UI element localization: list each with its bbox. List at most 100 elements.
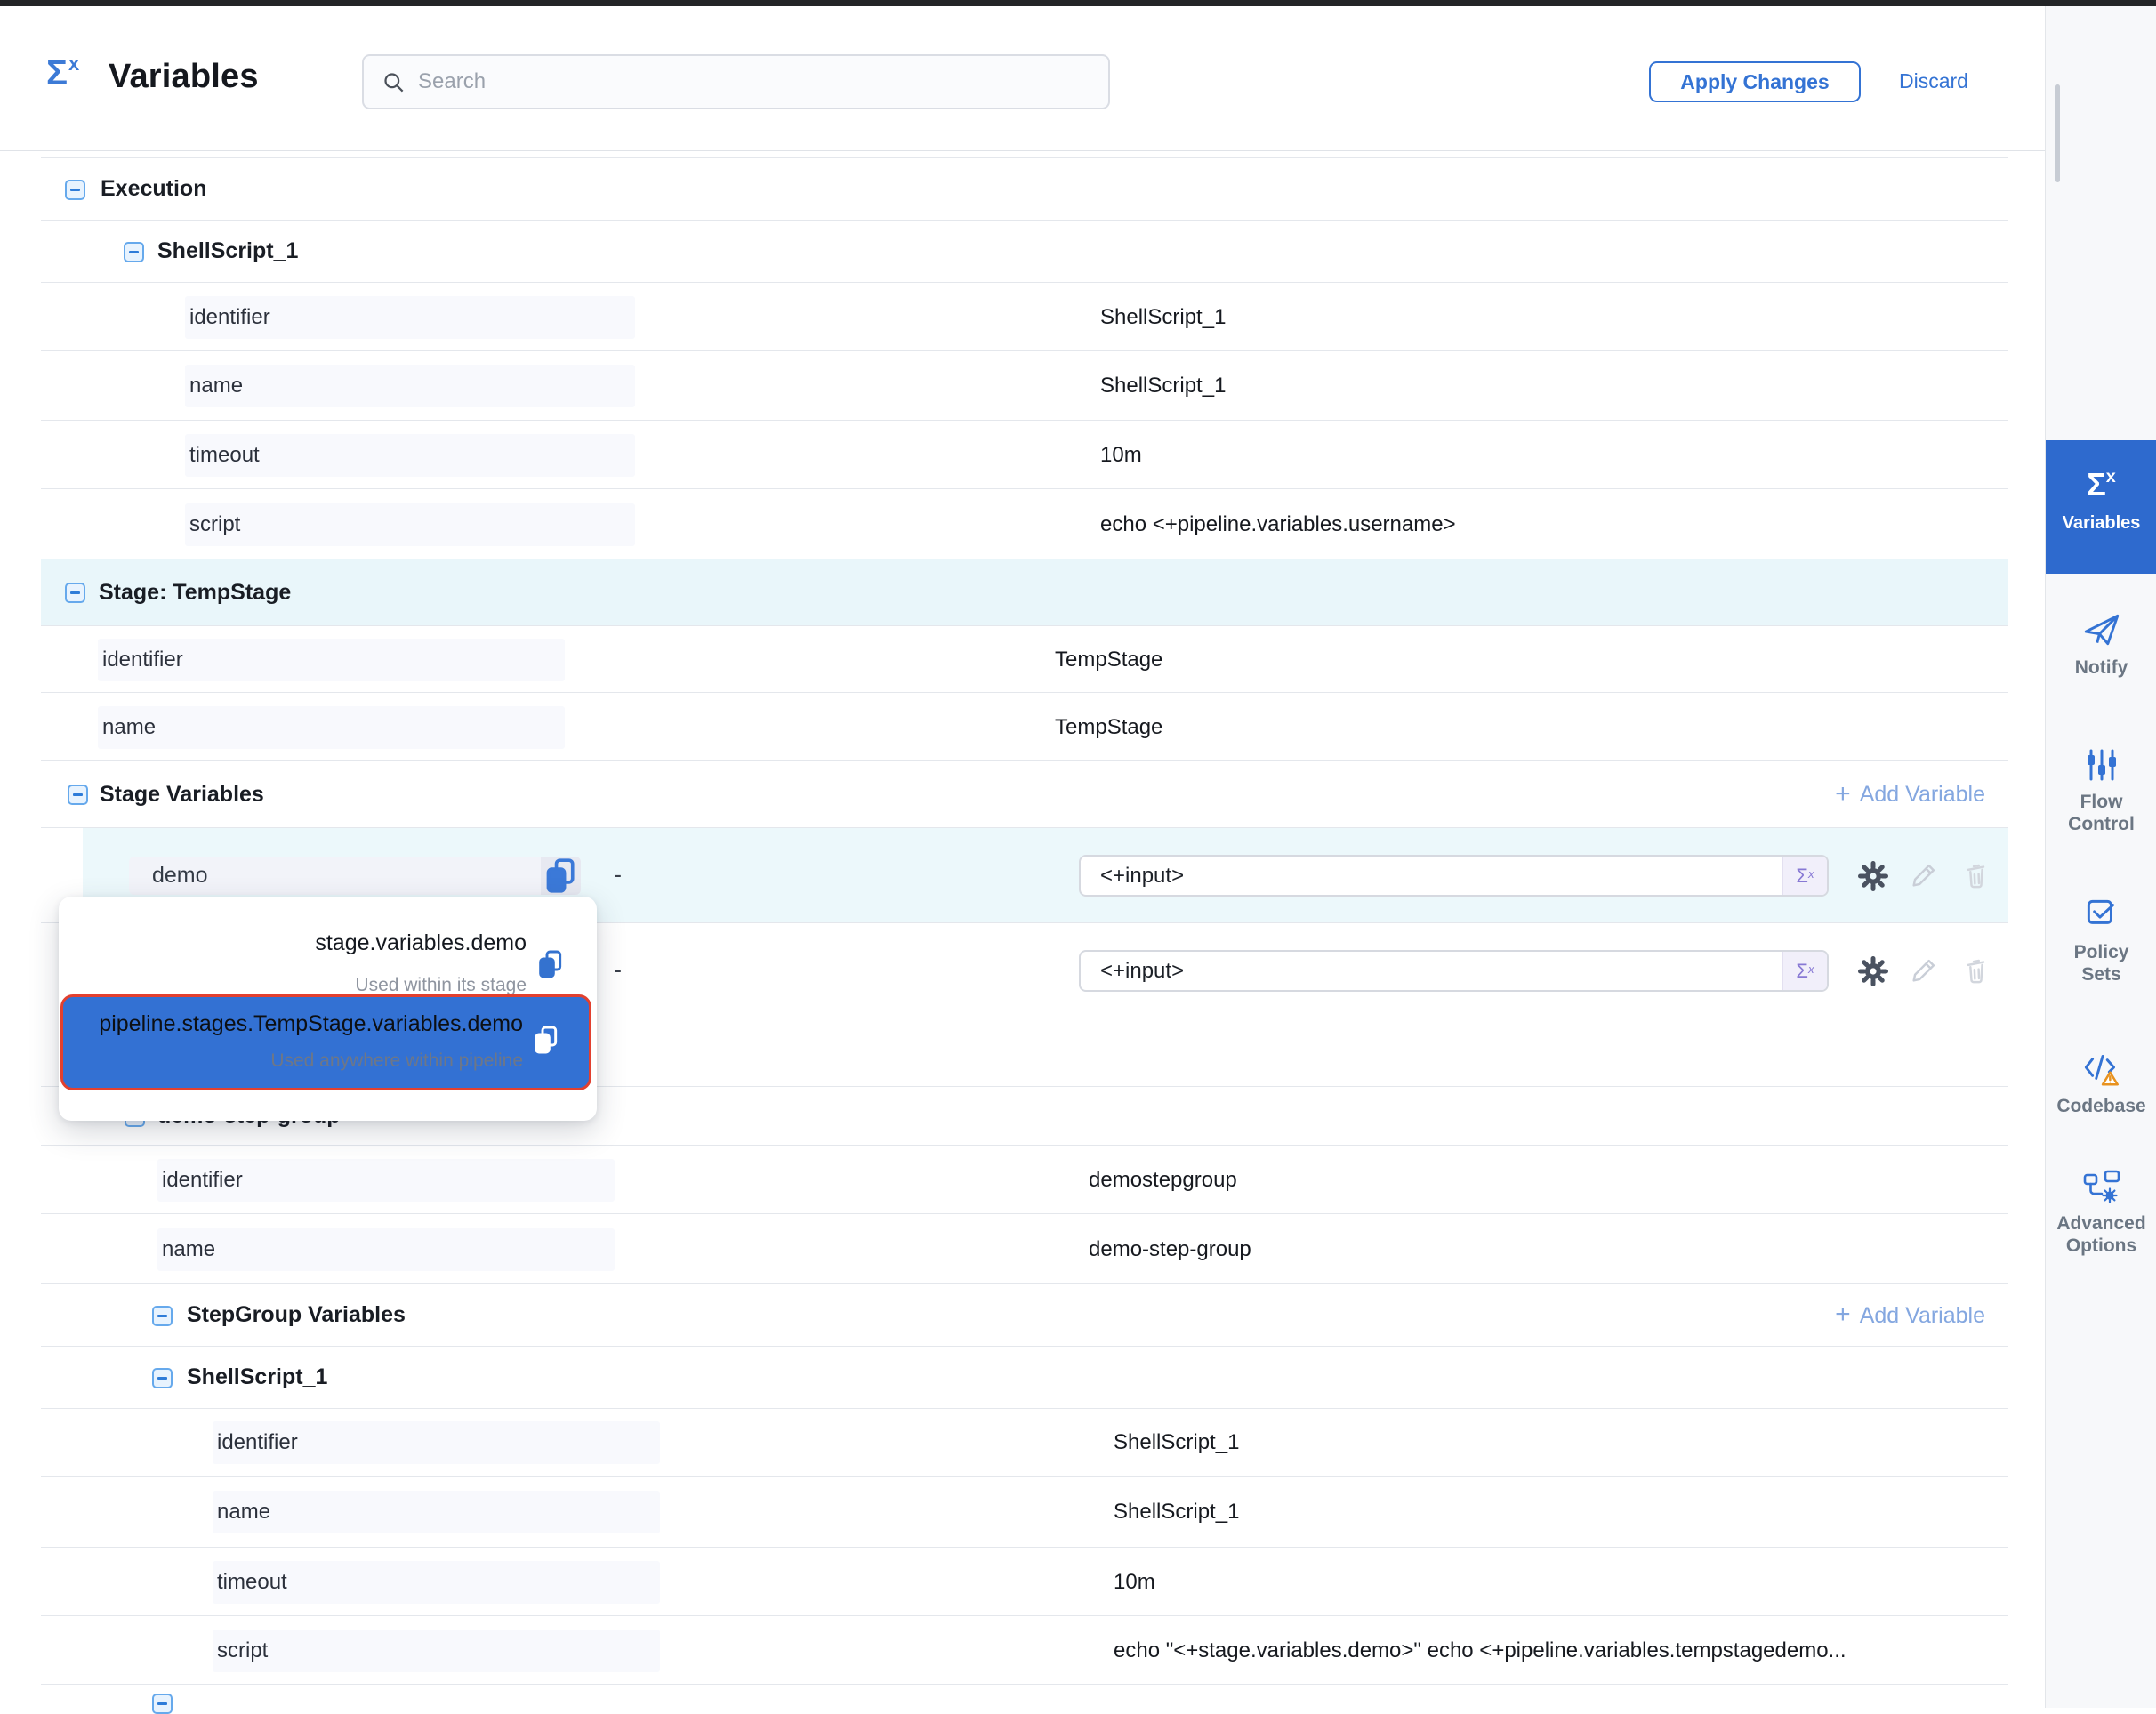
discard-button[interactable]: Discard [1899,69,1968,93]
sidebar-item-variables[interactable]: ΣxVariables [2046,440,2156,574]
expression-sigma-button[interactable]: Σx [1782,857,1827,895]
add-variable-button[interactable]: + Add Variable [1835,782,1985,809]
field-name-chip[interactable]: name [185,365,635,407]
tree-field-row: timeout 10m [41,421,2008,489]
sidebar-item-label: FlowControl [2046,792,2156,836]
codebase-icon [2046,1048,2156,1089]
copy-expression-button[interactable] [532,1022,560,1058]
sidebar-item-codebase[interactable]: Codebase [2046,1048,2156,1118]
tree-section-row: ShellScript_1 [41,1347,2008,1409]
field-value: 10m [1100,443,1142,468]
collapse-minus-icon[interactable] [124,242,144,262]
flow-control-icon [2046,745,2156,785]
tree-field-row: scriptecho "<+stage.variables.demo>" ech… [41,1616,2008,1685]
copy-icon[interactable] [541,857,581,895]
advanced-options-icon [2046,1167,2156,1206]
add-variable-label: Add Variable [1860,782,1985,808]
vertical-scrollbar[interactable] [2055,84,2060,182]
variables-sigma-icon: Σx [46,55,78,91]
add-variable-button[interactable]: +Add Variable [1835,1302,1985,1329]
field-name-chip[interactable]: identifier [98,639,565,681]
expression-text[interactable]: stage.variables.demo [315,930,527,956]
section-label: Stage: TempStage [99,580,291,606]
field-name-chip[interactable]: script [213,1630,660,1672]
page-header: Σx Variables Apply Changes Discard [0,6,2045,151]
variable-value-field[interactable]: <+input>Σx [1079,950,1829,992]
sidebar-item-notify[interactable]: Notify [2046,609,2156,680]
collapse-minus-icon[interactable] [68,785,88,805]
field-value: echo <+pipeline.variables.username> [1100,512,1456,537]
collapse-minus-icon[interactable] [65,180,85,200]
required-mark: - [614,861,622,889]
tree-field-row: nameShellScript_1 [41,1477,2008,1548]
field-name-chip[interactable]: identifier [213,1421,660,1464]
collapse-minus-icon[interactable] [152,1694,173,1714]
variable-value-input[interactable]: <+input> [1081,864,1782,889]
sidebar-item-label: AdvancedOptions [2046,1213,2156,1258]
field-name-chip[interactable]: script [185,503,635,546]
tree-section-row: Stage Variables + Add Variable [41,761,2008,828]
tree-field-row: name demo-step-group [41,1214,2008,1284]
plus-icon: + [1835,781,1851,808]
section-label: ShellScript_1 [187,1364,327,1390]
field-value: 10m [1114,1570,1155,1595]
apply-changes-button[interactable]: Apply Changes [1649,61,1861,102]
field-name-chip[interactable]: timeout [213,1561,660,1604]
delete-trash-icon[interactable] [1960,860,1991,890]
search-icon [382,70,406,94]
variable-expressions-popover: stage.variables.demo Used within its stag… [59,897,597,1121]
expression-sigma-button[interactable]: Σx [1782,952,1827,990]
tree-field-row: identifierdemostepgroup [41,1146,2008,1214]
field-name-chip[interactable]: identifier [185,296,635,339]
search-input[interactable] [418,69,1090,94]
tree-section-row [41,1685,2008,1709]
field-name-chip[interactable]: timeout [185,434,635,477]
sidebar-item-policy-sets[interactable]: PolicySets [2046,894,2156,986]
tree-section-row: ShellScript_1 [41,221,2008,283]
copy-expression-button[interactable] [536,946,565,982]
settings-gear-icon[interactable] [1857,955,1889,987]
copy-icon[interactable] [532,1022,560,1058]
field-value: demo-step-group [1089,1237,1251,1262]
section-label: Stage Variables [100,782,264,808]
sidebar-item-label: Codebase [2046,1096,2156,1118]
collapse-minus-icon[interactable] [152,1306,173,1326]
sidebar-item-label: Variables [2046,513,2156,535]
edit-pencil-icon[interactable] [1909,955,1939,986]
tree-field-row: identifierShellScript_1 [41,283,2008,351]
settings-gear-icon[interactable] [1857,860,1889,892]
right-nav-sidebar: ΣxVariables Notify FlowControl PolicySets Co… [2045,6,2156,1708]
field-name-chip[interactable]: identifier [157,1159,615,1202]
collapse-minus-icon[interactable] [152,1368,173,1388]
notify-icon [2046,609,2156,650]
field-value: ShellScript_1 [1100,374,1226,398]
section-label: StepGroup Variables [187,1302,406,1328]
field-value: ShellScript_1 [1114,1430,1239,1455]
variable-value-input[interactable]: <+input> [1081,959,1782,984]
variable-value-field[interactable]: <+input>Σx [1079,855,1829,897]
sidebar-item-advanced-options[interactable]: AdvancedOptions [2046,1167,2156,1258]
tree-field-row: identifier ShellScript_1 [41,1409,2008,1477]
sidebar-item-label: Notify [2046,657,2156,680]
edit-pencil-icon[interactable] [1909,860,1939,890]
field-name-chip[interactable]: name [98,706,565,749]
tree-field-row: script echo <+pipeline.variables.username… [41,489,2008,559]
tree-section-row: Execution [41,158,2008,221]
tree-section-row: Stage: TempStage [41,559,2008,626]
field-name-chip[interactable]: name [213,1491,660,1533]
selected-expression-entry[interactable]: pipeline.stages.TempStage.variables.demo… [60,994,591,1090]
section-label: ShellScript_1 [157,238,298,264]
search-box[interactable] [362,54,1110,109]
sidebar-item-flow-control[interactable]: FlowControl [2046,745,2156,836]
field-value: TempStage [1055,715,1162,740]
copy-icon[interactable] [536,946,565,982]
expression-scope-text: Used within its stage [355,975,527,996]
delete-trash-icon[interactable] [1960,955,1991,986]
copy-variable-button[interactable] [541,857,581,895]
variable-name-chip[interactable]: demo [129,857,581,895]
collapse-minus-icon[interactable] [65,583,85,603]
expression-scope-text: Used anywhere within pipeline [270,1050,523,1072]
field-name-chip[interactable]: name [157,1228,615,1271]
section-label: Execution [101,176,206,202]
tree-field-row: identifierTempStage [41,626,2008,693]
